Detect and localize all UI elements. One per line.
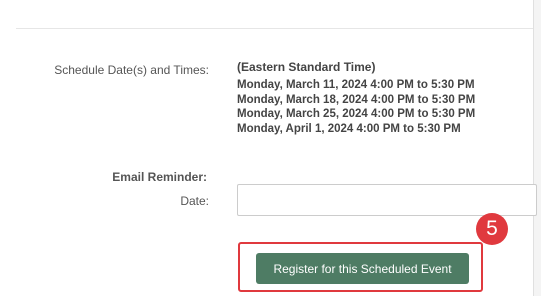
schedule-date-item: Monday, March 18, 2024 4:00 PM to 5:30 P… — [237, 93, 476, 106]
reminder-date-label: Date: — [180, 194, 209, 208]
section-divider — [16, 28, 541, 29]
register-button[interactable]: Register for this Scheduled Event — [256, 253, 469, 284]
timezone-text: (Eastern Standard Time) — [237, 60, 376, 74]
registration-panel: Schedule Date(s) and Times: (Eastern Sta… — [0, 0, 541, 296]
schedule-label: Schedule Date(s) and Times: — [54, 63, 209, 77]
schedule-date-item: Monday, March 11, 2024 4:00 PM to 5:30 P… — [237, 79, 475, 91]
reminder-date-input[interactable] — [237, 184, 537, 216]
schedule-date-item: Monday, April 1, 2024 4:00 PM to 5:30 PM — [237, 122, 461, 135]
schedule-dates-list: Monday, March 11, 2024 4:00 PM to 5:30 P… — [237, 78, 475, 136]
panel-right-edge — [533, 0, 541, 296]
step-number-badge: 5 — [476, 213, 508, 245]
email-reminder-label: Email Reminder: — [112, 170, 207, 184]
schedule-date-item: Monday, March 25, 2024 4:00 PM to 5:30 P… — [237, 108, 476, 121]
